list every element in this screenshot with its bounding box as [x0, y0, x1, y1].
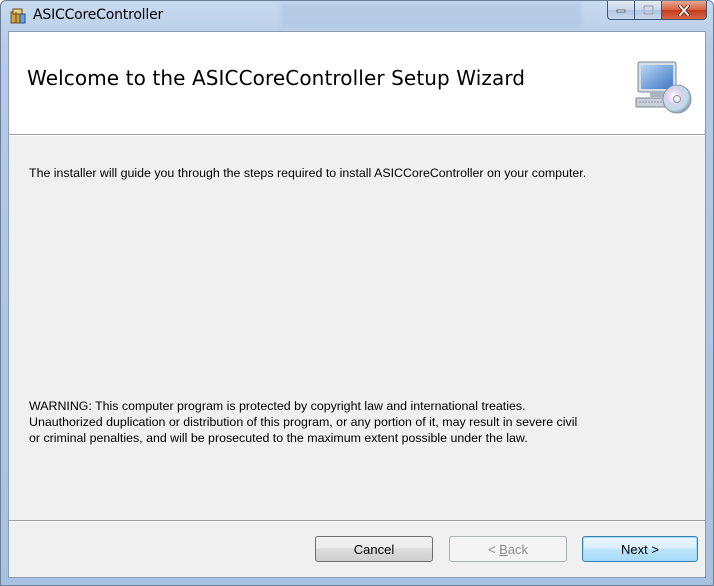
next-button[interactable]: Next >	[582, 536, 698, 562]
intro-text: The installer will guide you through the…	[29, 166, 587, 180]
footer-divider-highlight	[9, 521, 705, 522]
computer-with-disc-icon	[635, 61, 692, 114]
wizard-client-area: Welcome to the ASICCoreController Setup …	[8, 31, 706, 578]
cancel-button-label: Cancel	[353, 541, 395, 557]
copyright-warning: WARNING: This computer program is protec…	[29, 398, 699, 446]
warning-line: WARNING: This computer program is protec…	[29, 399, 526, 413]
minimize-button[interactable]	[607, 1, 634, 20]
caption-buttons	[607, 1, 707, 22]
wizard-title: Welcome to the ASICCoreController Setup …	[27, 66, 526, 90]
maximize-button[interactable]	[634, 1, 661, 20]
back-button-accelerator: B	[499, 541, 508, 557]
warning-line: or criminal penalties, and will be prose…	[29, 431, 528, 445]
title-bar[interactable]: ASICCoreController	[1, 1, 713, 31]
banner-divider	[9, 135, 705, 136]
window-title: ASICCoreController	[33, 7, 164, 23]
close-button[interactable]	[661, 1, 707, 20]
maximize-icon	[642, 5, 654, 15]
installer-package-icon[interactable]	[9, 7, 27, 25]
next-button-label: Next >	[621, 541, 659, 557]
cancel-button[interactable]: Cancel	[315, 536, 433, 562]
title-bar-background-blur	[281, 3, 581, 27]
minimize-icon	[616, 9, 626, 13]
installer-window: ASICCoreController Welcome to the ASICCo…	[0, 0, 714, 586]
back-button-prefix: <	[487, 541, 500, 557]
wizard-banner: Welcome to the ASICCoreController Setup …	[9, 32, 705, 135]
warning-line: Unauthorized duplication or distribution…	[29, 415, 578, 429]
back-button[interactable]: < Back	[449, 536, 567, 562]
back-button-label-rest: ack	[507, 541, 529, 557]
close-icon	[678, 4, 690, 16]
